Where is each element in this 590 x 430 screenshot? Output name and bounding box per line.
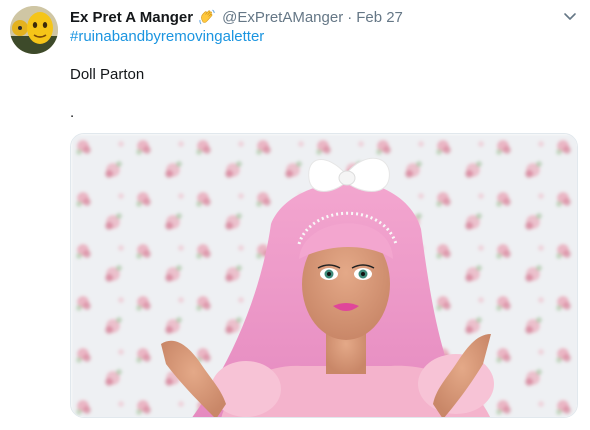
waving-hand-icon [198, 8, 216, 26]
tweet-card[interactable]: Ex Pret A Manger @ExPretAManger · Feb 27… [0, 0, 590, 430]
tweet-media-image[interactable] [70, 133, 578, 418]
tweet-header: Ex Pret A Manger @ExPretAManger · Feb 27 [70, 7, 403, 27]
separator-dot: · [347, 8, 353, 26]
user-handle[interactable]: @ExPretAManger [222, 9, 343, 26]
avatar-image [10, 6, 58, 54]
tweet-date[interactable]: Feb 27 [356, 9, 403, 26]
display-name[interactable]: Ex Pret A Manger [70, 9, 193, 26]
tweet-text: Doll Parton [70, 66, 145, 83]
tweet-text-dot: . [70, 104, 75, 121]
avatar[interactable] [10, 6, 58, 54]
chevron-down-icon[interactable] [562, 8, 578, 24]
doll-photo [71, 134, 577, 417]
hashtag-link[interactable]: #ruinabandbyremovingaletter [70, 28, 264, 45]
